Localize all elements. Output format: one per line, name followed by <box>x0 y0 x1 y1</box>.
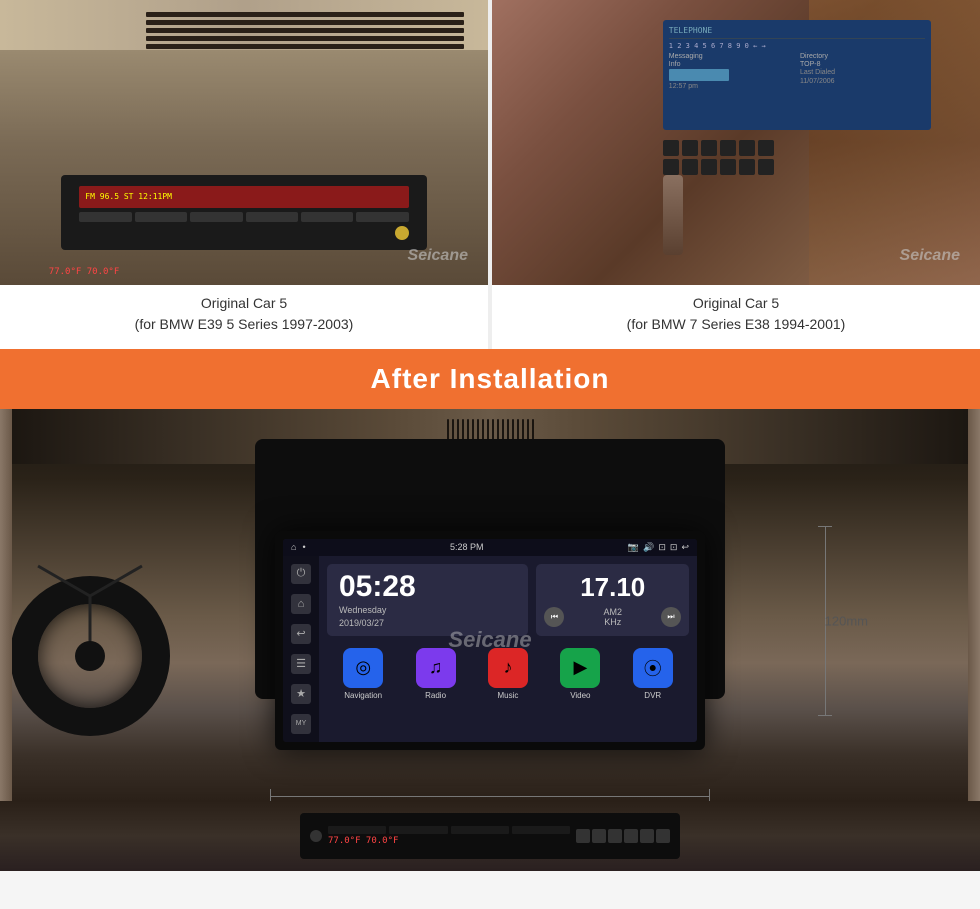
music-app-label: Music <box>498 691 519 700</box>
sidebar-menu-icon[interactable]: ☰ <box>291 654 311 674</box>
after-installation-banner: After Installation <box>0 349 980 409</box>
date-line1: Wednesday <box>339 605 516 615</box>
car-left-caption-line2: (for BMW E39 5 Series 1997-2003) <box>135 314 354 335</box>
home-icon[interactable]: ⌂ <box>291 542 296 552</box>
dvr-app-label: DVR <box>644 691 661 700</box>
time-display: 05:28 <box>339 572 516 602</box>
screen-icon1: ⊡ <box>658 542 666 553</box>
car-left-radio-unit: FM 96.5 ST 12:11PM <box>61 175 427 250</box>
car-right-screen: TELEPHONE 1 2 3 4 5 6 7 8 9 0 ← → Messag… <box>663 20 931 130</box>
car-right-block: TELEPHONE 1 2 3 4 5 6 7 8 9 0 ← → Messag… <box>492 0 980 349</box>
nav-app-icon[interactable]: ◎ <box>343 648 383 688</box>
screen-icon2: ⊡ <box>670 542 678 553</box>
android-apps-row: ◎ Navigation ♫ Radio ♪ Music <box>327 644 689 704</box>
sidebar-my-icon[interactable]: MY <box>291 714 311 734</box>
car-right-image: TELEPHONE 1 2 3 4 5 6 7 8 9 0 ← → Messag… <box>492 0 980 285</box>
statusbar-left: ⌂ • <box>291 542 306 552</box>
back-icon[interactable]: ↩ <box>681 542 689 553</box>
head-unit-installed: ⌂ • 5:28 PM 📷 🔊 ⊡ ⊡ ↩ <box>275 531 705 750</box>
after-install-image: ⌂ • 5:28 PM 📷 🔊 ⊡ ⊡ ↩ <box>0 409 980 871</box>
after-installation-title: After Installation <box>371 363 610 394</box>
dvr-app-icon[interactable]: ⦿ <box>633 648 673 688</box>
sidebar-star-icon[interactable]: ★ <box>291 684 311 704</box>
app-radio[interactable]: ♫ Radio <box>416 648 456 700</box>
radio-card: 17.10 ⏮ AM2 KHz ⏭ <box>536 564 689 636</box>
statusbar-right-icons: 📷 🔊 ⊡ ⊡ ↩ <box>628 542 689 553</box>
radio-display: FM 96.5 ST 12:11PM <box>79 186 408 208</box>
radio-next-button[interactable]: ⏭ <box>661 607 681 627</box>
radio-band-label: AM2 KHz <box>603 607 622 627</box>
sidebar-back-icon[interactable]: ↩ <box>291 624 311 644</box>
width-main-line <box>271 796 709 797</box>
android-main-display: 05:28 Wednesday 2019/03/27 17.10 ⏮ AM2 <box>319 556 697 742</box>
radio-prev-button[interactable]: ⏮ <box>544 607 564 627</box>
android-top-row: 05:28 Wednesday 2019/03/27 17.10 ⏮ AM2 <box>327 564 689 636</box>
car-left-caption: Original Car 5 (for BMW E39 5 Series 199… <box>135 293 354 335</box>
height-bottom-cap <box>818 715 832 716</box>
radio-controls-row: ⏮ AM2 KHz ⏭ <box>544 607 681 627</box>
seicane-watermark-left: Seicane <box>408 247 468 265</box>
android-statusbar: ⌂ • 5:28 PM 📷 🔊 ⊡ ⊡ ↩ <box>283 539 697 556</box>
screen-header: TELEPHONE <box>669 26 925 39</box>
sidebar-power-icon[interactable]: ⏻ <box>291 564 311 584</box>
main-wrapper: FM 96.5 ST 12:11PM 77.0°F 70.0°F S <box>0 0 980 871</box>
car-right-caption-line1: Original Car 5 <box>627 293 846 314</box>
android-screen: ⌂ • 5:28 PM 📷 🔊 ⊡ ⊡ ↩ <box>283 539 697 742</box>
height-measurement: 120mm <box>818 526 832 716</box>
car-right-caption-line2: (for BMW 7 Series E38 1994-2001) <box>627 314 846 335</box>
top-images-row: FM 96.5 ST 12:11PM 77.0°F 70.0°F S <box>0 0 980 349</box>
car-left-caption-line1: Original Car 5 <box>135 293 354 314</box>
volume-icon: 🔊 <box>643 542 654 553</box>
statusbar-time: 5:28 PM <box>450 542 484 552</box>
radio-display-text: FM 96.5 ST 12:11PM <box>85 192 172 201</box>
seicane-watermark-right: Seicane <box>900 247 960 265</box>
app-navigation[interactable]: ◎ Navigation <box>343 648 383 700</box>
video-app-label: Video <box>570 691 590 700</box>
android-content: ⏻ ⌂ ↩ ☰ ★ MY 05:28 Wednesday <box>283 556 697 742</box>
car-left-block: FM 96.5 ST 12:11PM 77.0°F 70.0°F S <box>0 0 492 349</box>
date-line2: 2019/03/27 <box>339 618 516 628</box>
temp-display-left: 77.0°F 70.0°F <box>49 267 119 277</box>
nav-app-label: Navigation <box>344 691 382 700</box>
app-video[interactable]: ▶ Video <box>560 648 600 700</box>
radio-app-label: Radio <box>425 691 446 700</box>
radio-app-icon[interactable]: ♫ <box>416 648 456 688</box>
camera-icon: 📷 <box>628 542 639 553</box>
car-right-caption: Original Car 5 (for BMW 7 Series E38 199… <box>627 293 846 335</box>
sidebar-home-icon[interactable]: ⌂ <box>291 594 311 614</box>
app-music[interactable]: ♪ Music <box>488 648 528 700</box>
bottom-temp-display: 77.0°F 70.0°F <box>328 836 398 846</box>
time-card: 05:28 Wednesday 2019/03/27 <box>327 564 528 636</box>
app-dvr[interactable]: ⦿ DVR <box>633 648 673 700</box>
radio-frequency: 17.10 <box>580 572 645 603</box>
music-app-icon[interactable]: ♪ <box>488 648 528 688</box>
dot-icon: • <box>302 542 305 552</box>
height-label: 120mm <box>825 614 868 629</box>
car-left-image: FM 96.5 ST 12:11PM 77.0°F 70.0°F S <box>0 0 488 285</box>
android-sidebar: ⏻ ⌂ ↩ ☰ ★ MY <box>283 556 319 742</box>
steering-wheel <box>10 576 170 736</box>
video-app-icon[interactable]: ▶ <box>560 648 600 688</box>
